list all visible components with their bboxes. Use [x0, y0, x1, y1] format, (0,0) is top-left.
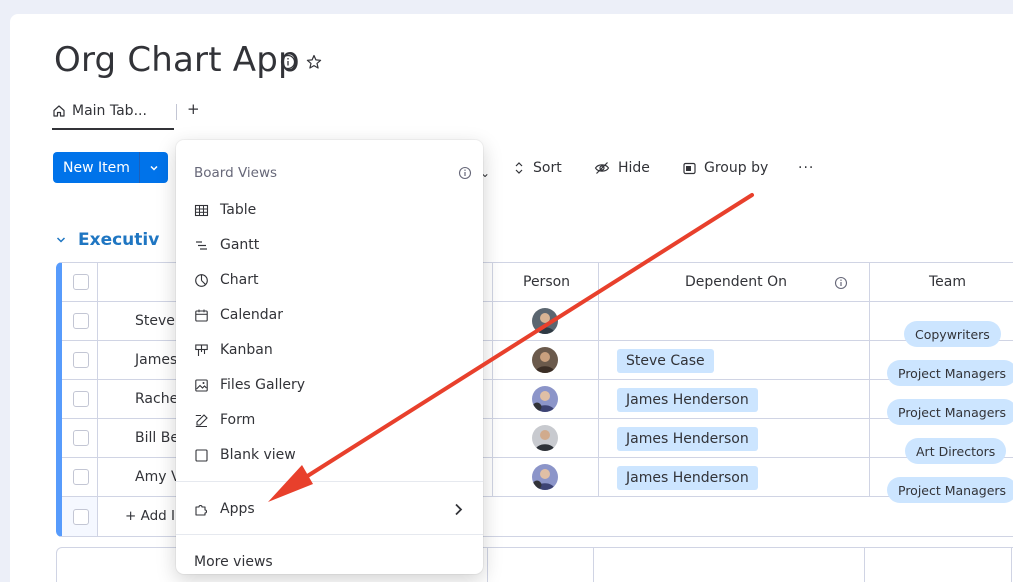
row-name[interactable]: James	[135, 352, 177, 368]
files-gallery-icon	[195, 378, 208, 392]
row-checkbox[interactable]	[73, 430, 89, 446]
form-icon	[195, 413, 208, 427]
menu-item-label: Form	[220, 412, 256, 428]
group-header[interactable]: Executiv	[56, 230, 159, 250]
menu-item-label: Apps	[220, 501, 255, 517]
dependency-pill[interactable]: James Henderson	[617, 388, 758, 412]
column-header-dependent-on[interactable]: Dependent On	[685, 274, 787, 290]
board-title[interactable]: Org Chart App	[54, 40, 300, 80]
select-all-checkbox[interactable]	[73, 274, 89, 290]
column-header-person[interactable]: Person	[523, 274, 570, 290]
sort-button[interactable]: Sort	[513, 157, 562, 179]
sort-icon	[515, 162, 523, 174]
chevron-down-icon	[56, 237, 66, 243]
team-badge[interactable]: Project Managers	[887, 477, 1013, 503]
menu-item-chart[interactable]: Chart	[194, 268, 258, 292]
dependency-pill[interactable]: Steve Case	[617, 349, 714, 373]
menu-item-label: Files Gallery	[220, 377, 306, 393]
new-item-dropdown[interactable]	[140, 163, 168, 173]
menu-item-label: Blank view	[220, 447, 296, 463]
avatar[interactable]	[532, 347, 558, 373]
menu-item-files-gallery[interactable]: Files Gallery	[194, 373, 305, 397]
group-by-icon	[683, 162, 696, 174]
menu-item-apps[interactable]: Apps	[194, 497, 466, 521]
menu-item-table[interactable]: Table	[194, 198, 256, 222]
menu-item-label: More views	[194, 554, 273, 570]
menu-item-label: Table	[220, 202, 257, 218]
dependency-pill[interactable]: James Henderson	[617, 427, 758, 451]
menu-item-blank-view[interactable]: Blank view	[194, 443, 296, 467]
info-icon[interactable]	[834, 276, 848, 290]
menu-item-calendar[interactable]: Calendar	[194, 303, 283, 327]
add-row-checkbox	[73, 509, 89, 525]
dependency-pill[interactable]: James Henderson	[617, 466, 758, 490]
avatar[interactable]	[532, 308, 558, 334]
group-by-label: Group by	[704, 160, 769, 176]
menu-item-label: Kanban	[220, 342, 273, 358]
team-badge[interactable]: Project Managers	[887, 360, 1013, 386]
blank-view-icon	[195, 448, 208, 462]
menu-header: Board Views	[194, 165, 278, 181]
apps-puzzle-icon	[195, 504, 207, 516]
menu-item-gantt[interactable]: Gantt	[194, 233, 259, 257]
more-options-button[interactable]: ···	[798, 157, 814, 179]
menu-item-kanban[interactable]: Kanban	[194, 338, 273, 362]
calendar-icon	[195, 309, 208, 322]
sort-label: Sort	[533, 160, 562, 176]
row-checkbox[interactable]	[73, 469, 89, 485]
team-badge[interactable]: Art Directors	[905, 438, 1007, 464]
new-item-button[interactable]: New Item	[53, 152, 168, 183]
team-badge[interactable]: Copywriters	[904, 321, 1001, 347]
board-views-menu: Board Views Table Gantt Chart Calendar K…	[176, 140, 483, 574]
chevron-down-icon	[150, 165, 158, 171]
menu-item-form[interactable]: Form	[194, 408, 255, 432]
team-badge[interactable]: Project Managers	[887, 399, 1013, 425]
menu-item-label: Chart	[220, 272, 259, 288]
board-window: Org Chart App Main Tab... + New Item ⌄ S…	[10, 14, 1013, 582]
row-checkbox[interactable]	[73, 313, 89, 329]
row-name[interactable]: Rache	[135, 391, 178, 407]
gantt-icon	[196, 240, 207, 250]
new-item-label: New Item	[63, 159, 130, 176]
tab-label: Main Tab...	[72, 103, 147, 119]
kanban-icon	[195, 343, 208, 356]
hide-button[interactable]: Hide	[594, 157, 650, 179]
active-tab-indicator	[52, 128, 174, 130]
chart-icon	[195, 273, 208, 287]
add-view-button[interactable]: +	[187, 100, 200, 118]
menu-item-label: Gantt	[220, 237, 260, 253]
info-icon[interactable]	[280, 54, 296, 70]
menu-divider	[176, 481, 483, 482]
eye-off-icon	[594, 162, 610, 174]
menu-divider	[176, 534, 483, 535]
row-name[interactable]: Bill Be	[135, 430, 179, 446]
star-icon[interactable]	[306, 54, 322, 70]
column-header-team[interactable]: Team	[929, 274, 966, 290]
tab-main[interactable]: Main Tab...	[52, 101, 147, 121]
table-icon	[194, 204, 209, 216]
group-by-button[interactable]: Group by	[683, 157, 768, 179]
row-name[interactable]: Steve	[135, 313, 175, 329]
avatar[interactable]	[532, 425, 558, 451]
menu-item-label: Calendar	[220, 307, 283, 323]
tab-divider	[176, 104, 177, 120]
home-icon	[53, 105, 65, 117]
chevron-right-icon	[455, 503, 463, 515]
avatar[interactable]	[532, 386, 558, 412]
group-title[interactable]: Executiv	[78, 230, 159, 250]
row-name[interactable]: Amy V	[135, 469, 181, 485]
avatar[interactable]	[532, 464, 558, 490]
menu-item-more-views[interactable]: More views	[194, 550, 273, 574]
add-item-button[interactable]: + Add I	[125, 508, 175, 524]
row-checkbox[interactable]	[73, 352, 89, 368]
info-icon[interactable]	[458, 166, 472, 180]
hide-label: Hide	[618, 160, 650, 176]
row-checkbox[interactable]	[73, 391, 89, 407]
